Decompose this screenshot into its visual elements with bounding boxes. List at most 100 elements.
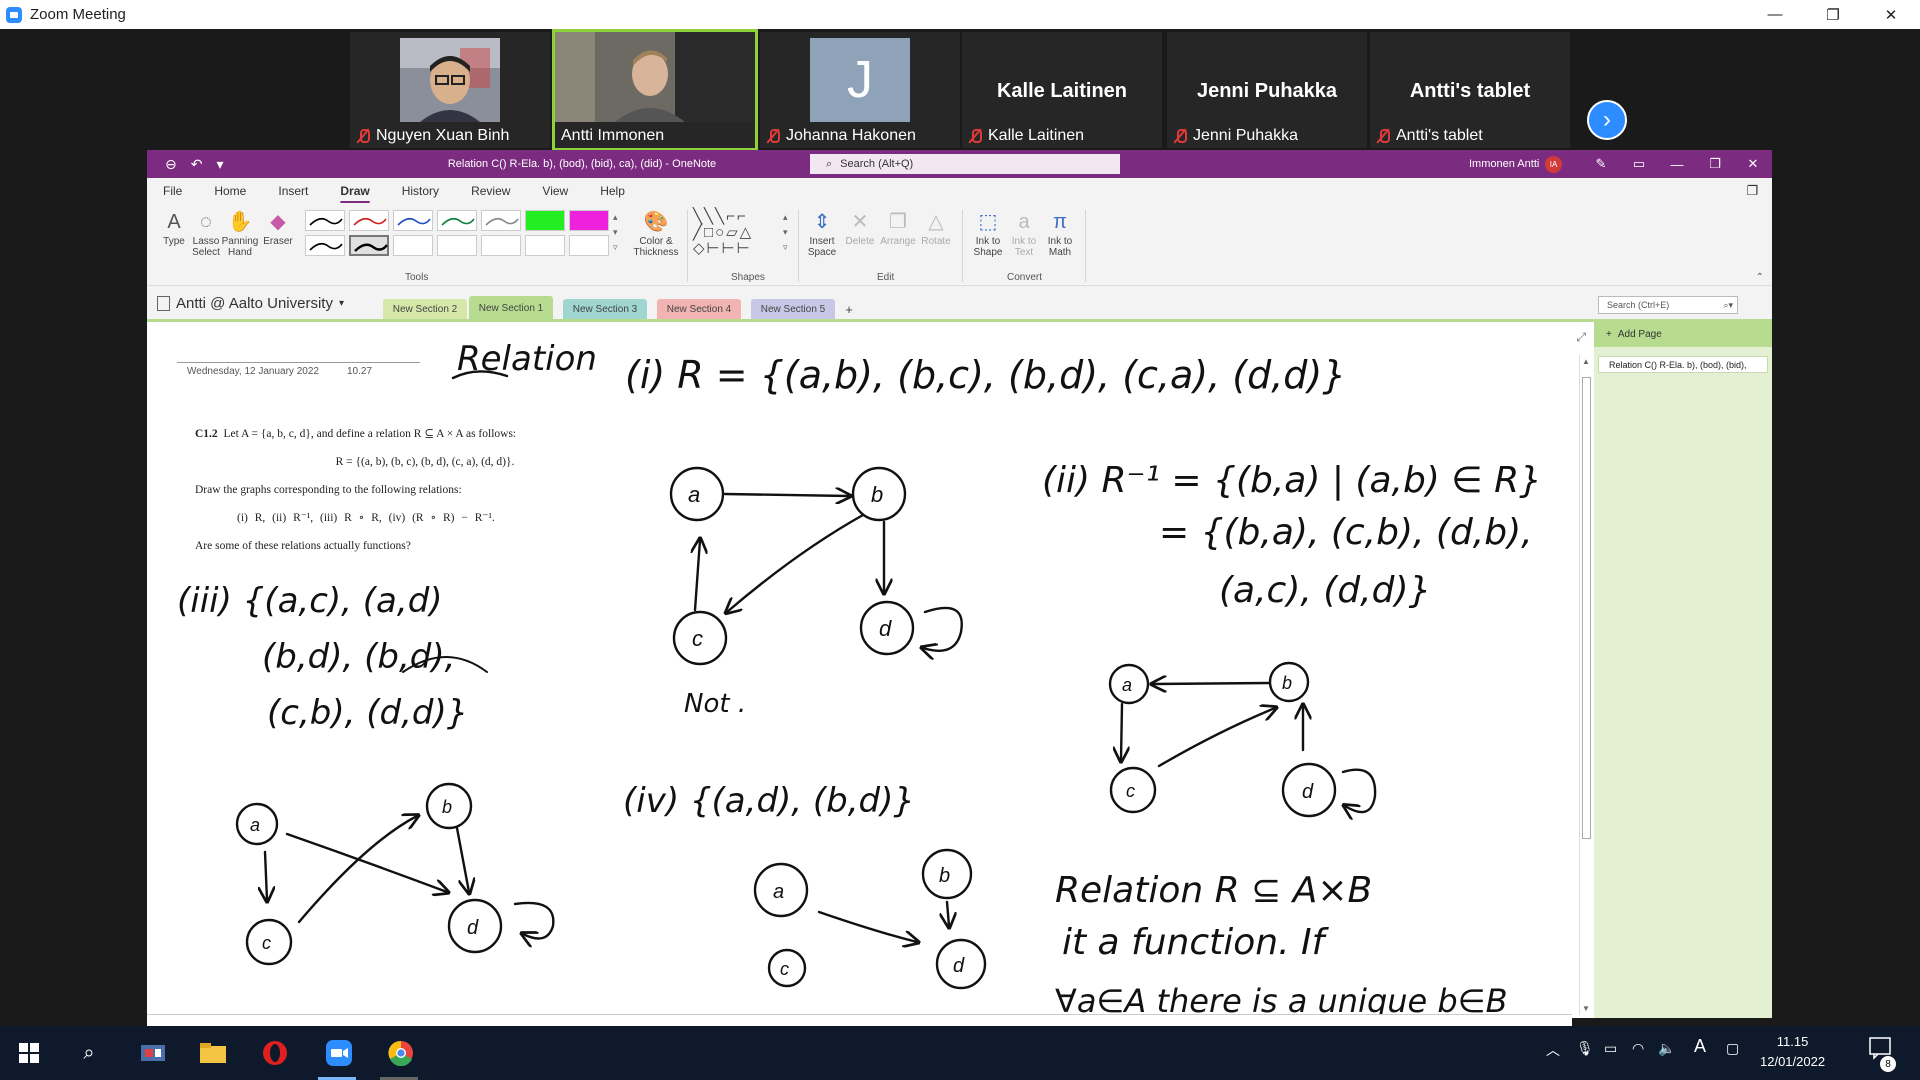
rotate-button[interactable]: △ Rotate xyxy=(917,208,955,247)
tab-home[interactable]: Home xyxy=(198,178,262,204)
svg-text:b: b xyxy=(442,797,452,817)
windows-start-icon[interactable] xyxy=(12,1036,46,1070)
ink-to-math-button[interactable]: π Ink to Math xyxy=(1041,208,1079,258)
section-tab[interactable]: New Section 3 xyxy=(563,299,647,320)
pen-black-2[interactable] xyxy=(305,235,345,256)
pen-red[interactable] xyxy=(349,210,389,231)
system-clock[interactable]: 11.15 12/01/2022 xyxy=(1760,1032,1825,1072)
svg-text:Relation: Relation xyxy=(457,339,597,379)
minimize-icon[interactable]: — xyxy=(1658,150,1696,178)
participant-tile[interactable]: Antti's tablet Antti's tablet xyxy=(1370,32,1570,148)
vertical-scrollbar[interactable]: ▲ ▼ xyxy=(1579,355,1592,1015)
delete-button[interactable]: ✕ Delete xyxy=(841,208,879,247)
pen-icon[interactable]: ✎ xyxy=(1582,150,1620,178)
task-view-icon[interactable] xyxy=(136,1036,170,1070)
user-avatar[interactable]: IA xyxy=(1545,156,1562,173)
sticky-notes-icon[interactable]: ❐ xyxy=(1746,183,1758,199)
pen-blue[interactable] xyxy=(393,210,433,231)
page-list-item[interactable]: Relation C() R-Ela. b), (bod), (bid), xyxy=(1598,356,1768,373)
user-name[interactable]: Immonen Antti xyxy=(1469,158,1539,170)
tab-insert[interactable]: Insert xyxy=(262,178,324,204)
wifi-icon[interactable]: ◠ xyxy=(1632,1040,1644,1057)
scroll-up-icon[interactable]: ▲ xyxy=(1582,357,1590,366)
opera-icon[interactable] xyxy=(258,1036,292,1070)
highlighter-green[interactable] xyxy=(525,210,565,231)
pen-gray[interactable] xyxy=(481,210,521,231)
back-icon[interactable]: ⊖ xyxy=(165,156,177,173)
page-search-input[interactable]: Search (Ctrl+E) ⌕▾ xyxy=(1598,296,1738,314)
section-tab-active[interactable]: New Section 1 xyxy=(469,296,553,320)
pen-black-thick-selected[interactable] xyxy=(349,235,389,256)
close-icon[interactable]: ✕ xyxy=(1734,150,1772,178)
add-section-button[interactable]: + xyxy=(839,299,859,320)
search-box[interactable]: ⌕ Search (Alt+Q) xyxy=(810,154,1120,174)
pen-gallery-scroll[interactable]: ▴ ▾ ▿ xyxy=(613,210,618,255)
participant-tile[interactable]: Kalle Laitinen Kalle Laitinen xyxy=(962,32,1162,148)
pen-slot[interactable] xyxy=(481,235,521,256)
ink-strokes-text: Relation (i) R = {(a,b), (b,c), (b,d), (… xyxy=(177,339,1542,1018)
customize-qat-icon[interactable]: ▾ xyxy=(216,156,223,173)
onenote-title-bar: ⊖ ↶ ▾ Relation C() R-Ela. b), (bod), (bi… xyxy=(147,150,1772,178)
lasso-select-tool[interactable]: ◌ Lasso Select xyxy=(187,208,225,258)
battery-icon[interactable]: ▭ xyxy=(1604,1040,1617,1057)
add-page-button[interactable]: + Add Page xyxy=(1594,322,1772,347)
tab-view[interactable]: View xyxy=(526,178,584,204)
color-thickness-button[interactable]: 🎨 Color & Thickness xyxy=(631,208,681,258)
pen-slot[interactable] xyxy=(393,235,433,256)
input-language-icon[interactable]: A xyxy=(1694,1036,1706,1057)
tab-draw[interactable]: Draw xyxy=(324,178,385,204)
search-icon[interactable]: ⌕ xyxy=(72,1036,106,1070)
pen-slot[interactable] xyxy=(437,235,477,256)
chevron-up-icon[interactable]: ︿ xyxy=(1546,1040,1560,1060)
scroll-thumb[interactable] xyxy=(1582,377,1591,839)
notebook-selector[interactable]: Antti @ Aalto University ▾ xyxy=(157,295,344,312)
close-button[interactable]: ✕ xyxy=(1862,0,1920,29)
section-tab[interactable]: New Section 2 xyxy=(383,299,467,320)
restore-icon[interactable]: ❐ xyxy=(1696,150,1734,178)
pen-slot[interactable] xyxy=(569,235,609,256)
ink-to-text-button[interactable]: a Ink to Text xyxy=(1005,208,1043,258)
participant-tile[interactable]: Nguyen Xuan Binh xyxy=(350,32,550,148)
file-explorer-icon[interactable] xyxy=(196,1036,230,1070)
eraser-tool[interactable]: ◆ Eraser xyxy=(259,208,297,247)
next-page-button[interactable]: › xyxy=(1587,100,1627,140)
undo-icon[interactable]: ↶ xyxy=(191,156,203,173)
section-tab[interactable]: New Section 4 xyxy=(657,299,741,320)
ribbon-display-icon[interactable]: ▭ xyxy=(1620,150,1658,178)
note-canvas[interactable]: Wednesday, 12 January 2022 10.27 ⤢ C1.2 … xyxy=(147,322,1594,1018)
tab-history[interactable]: History xyxy=(386,178,455,204)
tab-help[interactable]: Help xyxy=(584,178,641,204)
ink-to-shape-button[interactable]: ⬚ Ink to Shape xyxy=(969,208,1007,258)
insert-space-button[interactable]: ⇕ Insert Space xyxy=(803,208,841,258)
scroll-down-icon[interactable]: ▼ xyxy=(1582,1004,1590,1013)
collapse-ribbon-icon[interactable]: ⌃ xyxy=(1756,272,1764,283)
zoom-app-icon[interactable] xyxy=(322,1036,356,1070)
chrome-icon[interactable] xyxy=(384,1036,418,1070)
pen-green[interactable] xyxy=(437,210,477,231)
microphone-icon[interactable]: 🎙 xyxy=(1576,1040,1594,1057)
shapes-gallery[interactable]: ╲╲╲⌐⌐ ╱□○▱△ ◇⊢⊢⊢ xyxy=(693,209,773,261)
svg-text:= {(b,a), (c,b), (d,b),: = {(b,a), (c,b), (d,b), xyxy=(1159,512,1533,553)
panning-hand-tool[interactable]: ✋ Panning Hand xyxy=(221,208,259,258)
arrange-button[interactable]: ❐ Arrange xyxy=(879,208,917,247)
restore-button[interactable]: ❐ xyxy=(1804,0,1862,29)
participant-tile[interactable]: J Johanna Hakonen xyxy=(760,32,960,148)
shapes-gallery-scroll[interactable]: ▴ ▾ ▿ xyxy=(783,210,788,255)
minimize-button[interactable]: — xyxy=(1746,0,1804,29)
onenote-tray-icon[interactable]: ▢ xyxy=(1726,1040,1739,1057)
svg-text:c: c xyxy=(262,933,271,953)
participant-tile[interactable]: Jenni Puhakka Jenni Puhakka xyxy=(1167,32,1367,148)
horizontal-scrollbar[interactable] xyxy=(147,1014,1572,1026)
tab-file[interactable]: File xyxy=(147,178,198,204)
volume-icon[interactable]: 🔈 xyxy=(1658,1040,1675,1057)
pen-slot[interactable] xyxy=(525,235,565,256)
pen-black[interactable] xyxy=(305,210,345,231)
section-tab[interactable]: New Section 5 xyxy=(751,299,835,320)
svg-text:∀a∈A there is a unique b∈B: ∀a∈A there is a unique b∈B xyxy=(1055,982,1508,1018)
highlighter-magenta[interactable] xyxy=(569,210,609,231)
tab-review[interactable]: Review xyxy=(455,178,526,204)
svg-text:Not .: Not . xyxy=(684,689,746,719)
svg-text:a: a xyxy=(688,482,700,507)
participant-tile-active[interactable]: Antti Immonen xyxy=(552,29,758,151)
search-icon: ⌕ xyxy=(826,157,833,170)
